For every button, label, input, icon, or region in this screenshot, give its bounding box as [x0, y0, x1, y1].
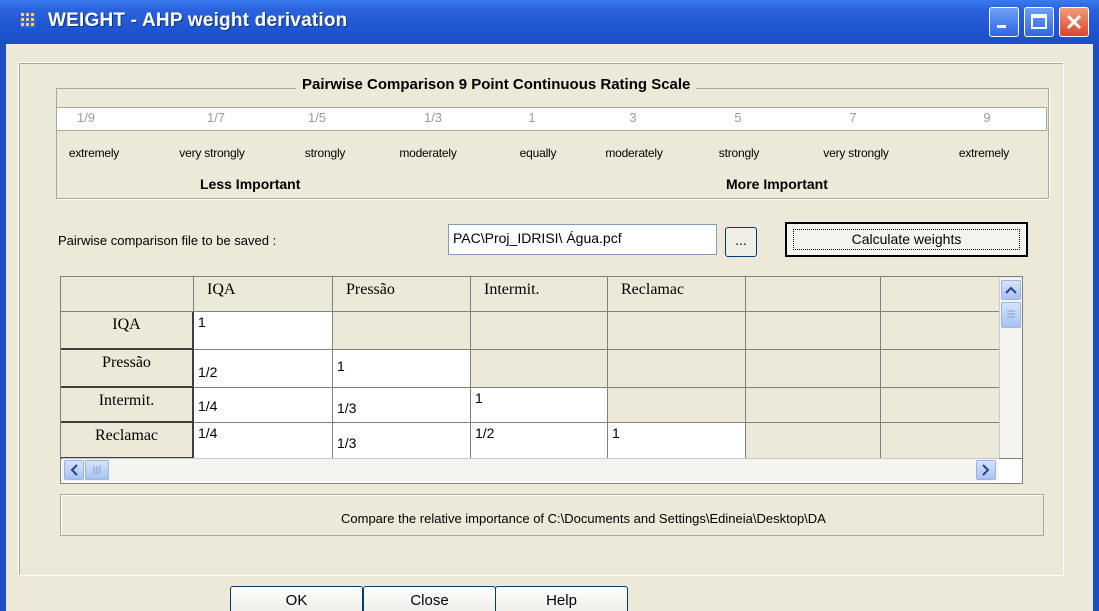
grid-cell: [608, 350, 746, 388]
scale-word: equally: [519, 146, 557, 160]
calculate-weights-button[interactable]: Calculate weights: [785, 222, 1028, 257]
scroll-right-button[interactable]: [976, 460, 996, 480]
ok-button[interactable]: OK: [230, 586, 363, 611]
grid-cell[interactable]: 1/4: [194, 388, 333, 423]
vertical-scroll-thumb[interactable]: [1001, 302, 1021, 328]
more-important-label: More Important: [726, 176, 828, 192]
window-border-left: [0, 44, 6, 611]
scroll-left-button[interactable]: [64, 460, 84, 480]
chevron-right-icon: [982, 464, 990, 476]
help-button[interactable]: Help: [495, 586, 628, 611]
row-header[interactable]: Intermit.: [61, 388, 194, 423]
grid-cell[interactable]: 1: [194, 312, 333, 350]
scale-word: moderately: [605, 146, 663, 160]
scale-value: 1/7: [206, 110, 226, 125]
window-title: WEIGHT - AHP weight derivation: [48, 10, 348, 31]
grid-cell[interactable]: 1/4: [194, 423, 333, 459]
window-border-right: [1093, 44, 1099, 611]
file-path-field[interactable]: PAC\Proj_IDRISI\ Água.pcf: [448, 224, 717, 255]
scale-value: 1: [528, 110, 536, 125]
ahp-window: WEIGHT - AHP weight derivation Pairwise …: [0, 0, 1099, 611]
file-label: Pairwise comparison file to be saved :: [58, 233, 277, 248]
scale-value: 9: [983, 110, 991, 125]
vertical-scrollbar[interactable]: [999, 278, 1022, 458]
scale-value: 7: [849, 110, 857, 125]
minimize-button[interactable]: [989, 7, 1019, 37]
comparison-grid: IQA Pressão Intermit. Reclamac IQA 1 Pre…: [60, 276, 1023, 484]
status-text: Compare the relative importance of C:\Do…: [341, 511, 826, 526]
grid-cell: [471, 350, 608, 388]
scale-word: extremely: [68, 146, 120, 160]
scale-word: strongly: [718, 146, 760, 160]
scroll-up-button[interactable]: [1001, 280, 1021, 300]
chevron-left-icon: [70, 464, 78, 476]
calculate-weights-label: Calculate weights: [793, 229, 1020, 250]
grid-cell: [746, 388, 881, 423]
column-header[interactable]: Pressão: [333, 277, 471, 312]
grid-cell: [746, 312, 881, 350]
app-icon: [20, 12, 36, 28]
scale-word: very strongly: [823, 146, 889, 160]
row-header[interactable]: Reclamac: [61, 423, 194, 459]
chevron-up-icon: [1005, 286, 1017, 294]
row-header[interactable]: Pressão: [61, 350, 194, 388]
rating-scale-bar[interactable]: [56, 107, 1047, 131]
scale-value: 5: [734, 110, 742, 125]
grid-cell[interactable]: 1/3: [333, 423, 471, 459]
grid-cell[interactable]: 1: [333, 350, 471, 388]
scale-word: very strongly: [179, 146, 245, 160]
grid-cell: [608, 388, 746, 423]
maximize-icon: [1031, 14, 1047, 29]
rating-scale-title: Pairwise Comparison 9 Point Continuous R…: [296, 76, 697, 93]
column-header[interactable]: Intermit.: [471, 277, 608, 312]
close-button[interactable]: Close: [363, 586, 496, 611]
minimize-icon: [997, 25, 1006, 28]
grid-cell: [333, 312, 471, 350]
grid-cell[interactable]: 1/2: [194, 350, 333, 388]
scale-word: moderately: [399, 146, 457, 160]
grid-cell: [471, 312, 608, 350]
scale-value: 1/3: [423, 110, 443, 125]
browse-button[interactable]: ...: [725, 227, 757, 257]
scale-value: 1/5: [307, 110, 327, 125]
scale-value: 1/9: [76, 110, 96, 125]
maximize-button[interactable]: [1024, 7, 1054, 37]
close-window-button[interactable]: [1059, 7, 1089, 37]
title-bar[interactable]: WEIGHT - AHP weight derivation: [0, 0, 1099, 44]
grid-cell: [746, 350, 881, 388]
grid-corner: [61, 277, 194, 312]
grip-icon: [1007, 310, 1015, 318]
row-header[interactable]: IQA: [61, 312, 194, 350]
column-header[interactable]: Reclamac: [608, 277, 746, 312]
less-important-label: Less Important: [200, 176, 301, 192]
grid-cell[interactable]: 1: [471, 388, 608, 423]
grip-icon: [93, 466, 101, 474]
horizontal-scroll-thumb[interactable]: [85, 460, 109, 480]
grid-cell: [746, 423, 881, 459]
close-icon: [1066, 14, 1082, 30]
grid-cell[interactable]: 1/2: [471, 423, 608, 459]
grid-cell: [608, 312, 746, 350]
scale-word: extremely: [958, 146, 1010, 160]
scale-value: 3: [629, 110, 637, 125]
horizontal-scrollbar[interactable]: [62, 458, 999, 481]
column-header-empty: [746, 277, 881, 312]
grid-cell[interactable]: 1: [608, 423, 746, 459]
column-header[interactable]: IQA: [194, 277, 333, 312]
grid-cell[interactable]: 1/3: [333, 388, 471, 423]
scale-word: strongly: [304, 146, 346, 160]
